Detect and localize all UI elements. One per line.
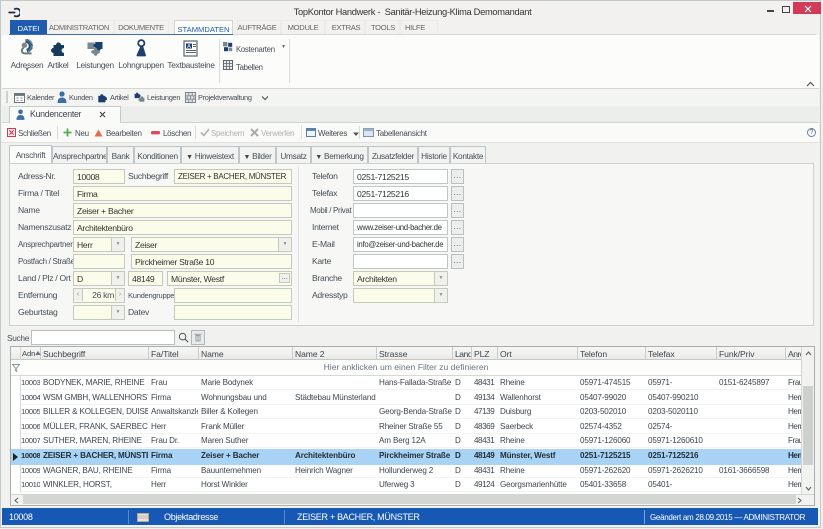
- svg-text:A: A: [187, 44, 191, 50]
